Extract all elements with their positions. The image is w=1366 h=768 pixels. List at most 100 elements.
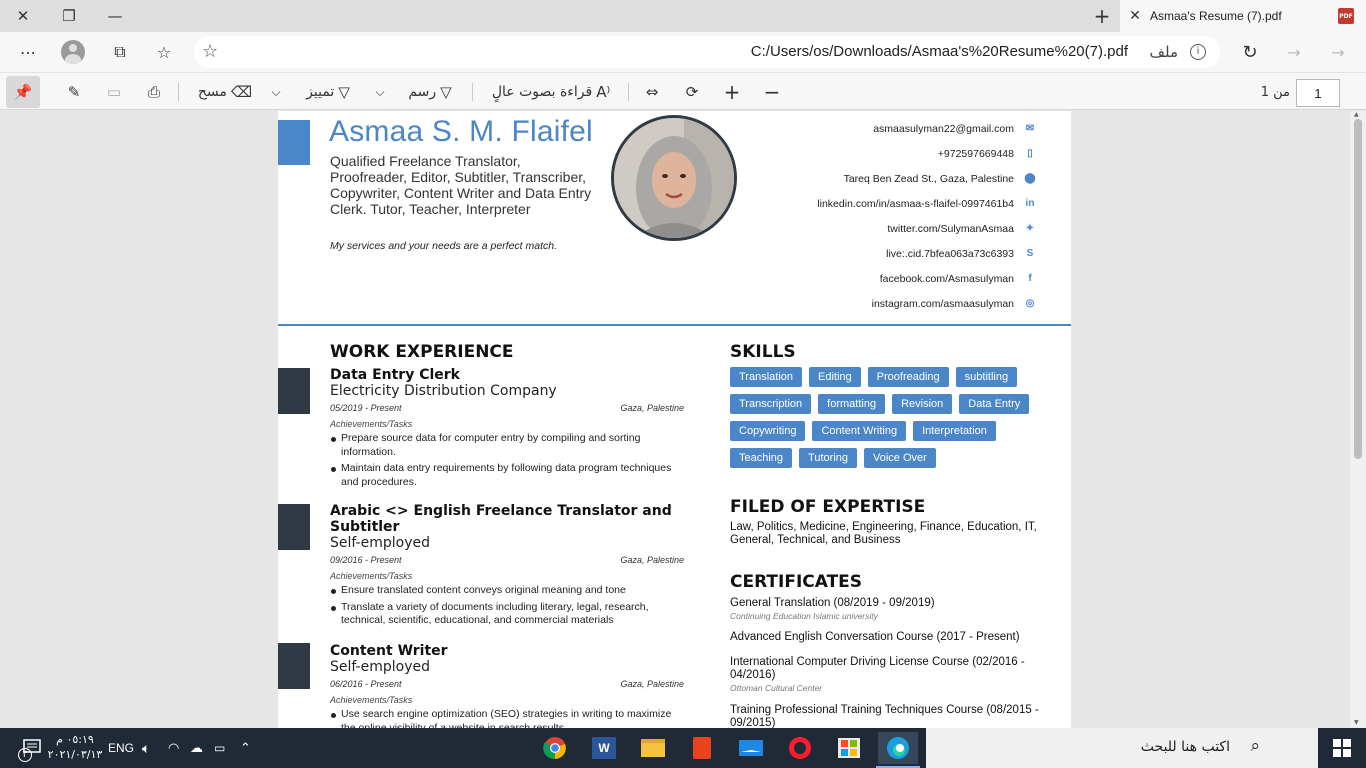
language-indicator[interactable]: ENG [108, 728, 134, 768]
contact-text: facebook.com/Asmasulyman [879, 272, 1014, 285]
job-dates: 09/2016 - Present [330, 555, 402, 565]
linkedin-icon: in [1025, 198, 1035, 209]
job-company: Self-employed [330, 659, 430, 675]
pdf-viewer[interactable]: Asmaa S. M. Flaifel Qualified Freelance … [0, 111, 1366, 728]
vertical-scrollbar[interactable]: ▲ ▼ [1350, 111, 1366, 728]
certificate-org: Ottoman Cultural Center [730, 683, 823, 693]
skill-chip: Revision [892, 394, 953, 414]
read-aloud-button[interactable]: قراءة بصوت عالٍ A⁾ [484, 76, 614, 108]
resume-motto: My services and your needs are a perfect… [330, 240, 558, 252]
job-company: Electricity Distribution Company [330, 383, 557, 399]
taskbar-search-box[interactable]: اكتب هنا للبحث ⌕ [926, 728, 1318, 768]
job-title: Content Writer [330, 643, 448, 659]
draw-button[interactable]: رسم ▽ [398, 76, 458, 108]
windows-logo-icon [1333, 739, 1351, 757]
favorites-list-icon[interactable]: ☆ [148, 36, 180, 68]
show-hidden-icons-chevron-icon[interactable]: ⌃ [240, 728, 251, 768]
certificate-name: General Translation (08/2019 - 09/2019) [730, 597, 935, 609]
scroll-up-icon[interactable]: ▲ [1354, 111, 1359, 118]
expertise-heading: FILED OF EXPERTISE [730, 497, 926, 517]
skill-chip: Proofreading [867, 367, 949, 387]
email-icon: ✉ [1025, 123, 1035, 134]
skill-chip: Voice Over [864, 448, 936, 468]
page-number-input[interactable]: 1 [1296, 79, 1340, 107]
save-icon[interactable]: ▭ [98, 76, 130, 108]
chrome-app-icon[interactable] [535, 732, 575, 764]
clock[interactable]: ٠٥:١٩ م ٢٠٢١/٠٣/١٣ [46, 732, 104, 762]
start-button[interactable] [1318, 728, 1366, 768]
task-item: Translate a variety of documents includi… [330, 601, 684, 628]
pdf-toolbar: 📌 ✎ ▭ ⎙ مسح ⌫ ⌵ تمييز ▽ ⌵ رسم ▽ قراءة بص… [0, 72, 1366, 110]
contact-row: Tareq Ben Zead St., Gaza, Palestine ⬤ [817, 166, 1037, 191]
job-location: Gaza, Palestine [620, 555, 684, 565]
tab-close-icon[interactable]: ✕ [1120, 8, 1150, 24]
skill-chip: Interpretation [913, 421, 996, 441]
rotate-icon[interactable]: ⟳ [678, 76, 706, 108]
zoom-out-icon[interactable]: − [758, 76, 786, 108]
store-app-icon[interactable] [829, 732, 869, 764]
job-marker [278, 643, 310, 689]
read-aloud-icon: A⁾ [596, 83, 611, 101]
opera-app-icon[interactable] [780, 732, 820, 764]
new-tab-button[interactable]: + [1084, 0, 1120, 32]
zoom-in-icon[interactable]: + [718, 76, 746, 108]
tab-title: Asmaa's Resume (7).pdf [1150, 9, 1282, 23]
skype-icon: S [1026, 248, 1034, 259]
erase-button[interactable]: مسح ⌫ [190, 76, 256, 108]
skill-chip: Transcription [730, 394, 812, 414]
volume-icon[interactable]: 🔈︎ [142, 728, 150, 768]
refresh-icon[interactable]: ↻ [1234, 36, 1266, 68]
office-app-icon[interactable] [682, 732, 722, 764]
notification-count: ٣ [18, 748, 32, 762]
onedrive-icon[interactable]: ☁ [190, 728, 203, 768]
eraser-icon: ⌫ [230, 83, 253, 101]
contact-row: asmaasulyman22@gmail.com ✉ [817, 116, 1037, 141]
twitter-icon: ✦ [1025, 223, 1035, 234]
certificate-item: Training Professional Training Technique… [730, 704, 1050, 728]
back-icon[interactable]: → [1322, 36, 1354, 68]
skill-chip: formatting [818, 394, 886, 414]
achievements-label: Achievements/Tasks [330, 571, 413, 581]
fit-to-width-icon[interactable]: ⇔ [638, 76, 666, 108]
contact-list: asmaasulyman22@gmail.com ✉ +972597669448 ▯ T… [817, 116, 1037, 316]
highlight-button[interactable]: تمييز ▽ [294, 76, 358, 108]
site-info-icon[interactable]: i [1190, 44, 1206, 60]
task-item: Prepare source data for computer entry b… [330, 432, 684, 459]
task-item: Maintain data entry requirements by foll… [330, 462, 684, 489]
pin-toolbar-icon[interactable]: 📌 [6, 76, 40, 108]
header-accent-block [278, 120, 310, 165]
clock-time: ٠٥:١٩ م [56, 733, 94, 746]
word-app-icon[interactable]: W [584, 732, 624, 764]
certificates-heading: CERTIFICATES [730, 572, 863, 592]
scrollbar-thumb[interactable] [1354, 119, 1362, 459]
profile-photo [611, 115, 737, 241]
url-text: C:/Users/os/Downloads/Asmaa's%20Resume%2… [750, 43, 1128, 60]
close-window-icon[interactable]: ✕ [0, 0, 46, 32]
more-options-icon[interactable]: ⋯ [12, 36, 44, 68]
draw-with-touch-icon[interactable]: ✎ [58, 76, 90, 108]
profile-button[interactable] [57, 36, 89, 68]
forward-icon[interactable]: → [1278, 36, 1310, 68]
wifi-icon[interactable]: ◠ [168, 728, 179, 768]
file-explorer-icon[interactable] [633, 732, 673, 764]
draw-dropdown-chevron-icon[interactable]: ⌵ [370, 76, 390, 108]
tab-active[interactable]: ✕ Asmaa's Resume (7).pdf PDF [1120, 0, 1366, 32]
job-entry: Arabic <> English Freelance Translator a… [330, 503, 684, 631]
address-row: ⋯ ⧉ ☆ ☆ C:/Users/os/Downloads/Asmaa's%20… [0, 32, 1366, 72]
mail-app-icon[interactable] [731, 732, 771, 764]
highlight-dropdown-chevron-icon[interactable]: ⌵ [266, 76, 286, 108]
minimize-window-icon[interactable]: — [92, 0, 138, 32]
skill-chip: Tutoring [799, 448, 857, 468]
edge-app-icon[interactable] [878, 732, 918, 764]
contact-text: instagram.com/asmaasulyman [871, 297, 1014, 310]
restore-window-icon[interactable]: ❐ [46, 0, 92, 32]
header-divider [278, 324, 1071, 326]
address-bar[interactable]: ☆ C:/Users/os/Downloads/Asmaa's%20Resume… [194, 36, 1220, 68]
add-favorite-star-icon[interactable]: ☆ [202, 41, 218, 62]
tab-bar: ✕ ❐ — + ✕ Asmaa's Resume (7).pdf PDF [0, 0, 1366, 32]
battery-icon[interactable]: ▭ [214, 728, 225, 768]
contact-row: live:.cid.7bfea063a73c6393 S [817, 241, 1037, 266]
scroll-down-icon[interactable]: ▼ [1354, 719, 1359, 726]
collections-icon[interactable]: ⧉ [104, 36, 136, 68]
print-icon[interactable]: ⎙ [138, 76, 170, 108]
